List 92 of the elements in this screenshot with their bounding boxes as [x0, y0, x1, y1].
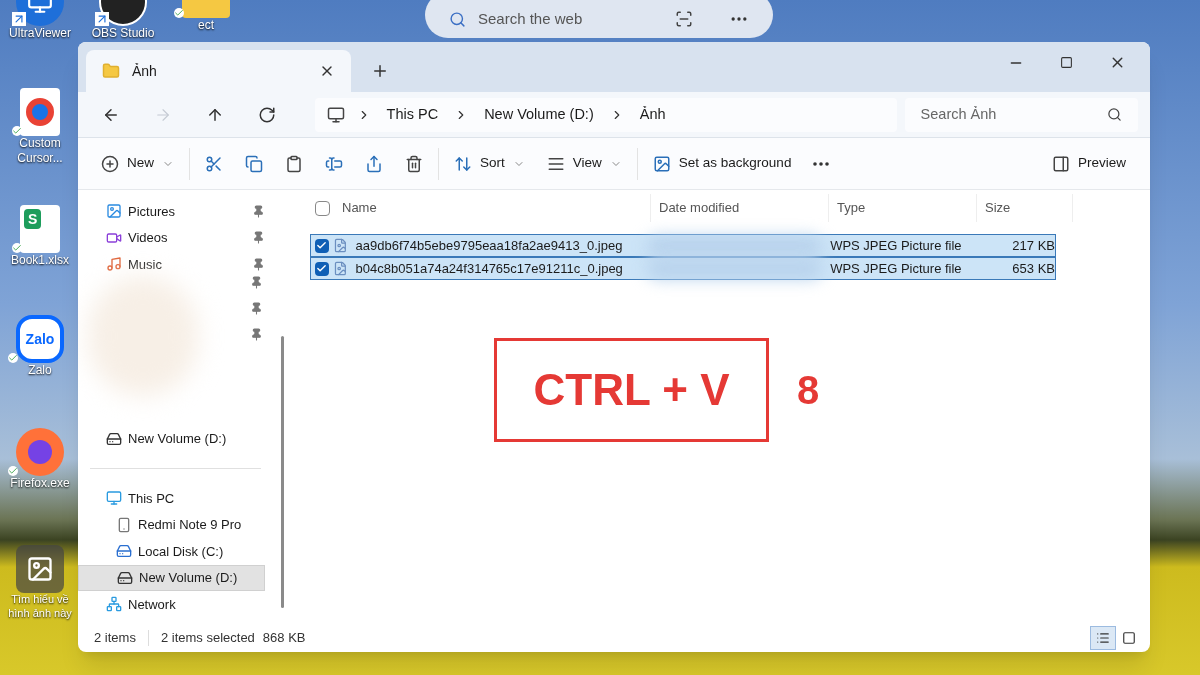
- file-size: 653 KB: [1011, 259, 1055, 278]
- icon-label[interactable]: ect: [198, 18, 214, 33]
- tile-icon: [1122, 631, 1136, 645]
- selection-count: 2 items selected: [160, 629, 255, 648]
- pin-icon[interactable]: [250, 328, 263, 341]
- paste-icon: [285, 154, 303, 173]
- nav-tree-item[interactable]: Redmi Note 9 Pro: [78, 511, 265, 538]
- pin-icon[interactable]: [252, 204, 265, 218]
- pin-icon[interactable]: [252, 257, 265, 271]
- annotation-box: CTRL + V: [494, 338, 769, 442]
- nav-tree-item[interactable]: Local Disk (C:): [78, 538, 265, 565]
- network-icon: [106, 596, 122, 613]
- share-icon: [365, 154, 383, 173]
- pin-icon[interactable]: [250, 302, 263, 315]
- pin-icon[interactable]: [252, 231, 265, 245]
- web-search-bar[interactable]: Search the web: [425, 0, 773, 38]
- image-file-icon: [332, 238, 348, 253]
- computer-icon: [326, 105, 345, 124]
- search-icon: [449, 10, 466, 28]
- background-button[interactable]: Set as background: [641, 145, 803, 182]
- column-header[interactable]: Type: [837, 198, 866, 218]
- icon-label[interactable]: UltraViewer: [9, 26, 71, 41]
- drive-icon: [106, 430, 122, 447]
- nav-tree-item[interactable]: Network: [78, 591, 265, 618]
- quick-access-item[interactable]: Videos: [78, 224, 273, 251]
- check-icon: [316, 263, 328, 274]
- file-type: WPS JPEG Picture file: [829, 259, 963, 278]
- search-field[interactable]: Search Ảnh: [904, 97, 1138, 132]
- image-file-icon: [332, 261, 348, 276]
- check-icon: [316, 240, 328, 251]
- row-checkbox[interactable]: [315, 261, 329, 276]
- tab[interactable]: Ảnh: [86, 50, 351, 92]
- file-size: 217 KB: [1011, 236, 1055, 255]
- breadcrumb-item[interactable]: Ảnh: [635, 103, 670, 126]
- column-header[interactable]: Date modified: [659, 198, 740, 218]
- address-bar[interactable]: This PC New Volume (D:) Ảnh: [314, 97, 897, 132]
- file-row[interactable]: aa9db6f74b5ebe9795eaa18fa2ae9413_0.jpeg WPS JPEG Picture file 217 KB: [310, 234, 1056, 257]
- maximize-icon[interactable]: [1060, 56, 1073, 69]
- file-row[interactable]: b04c8b051a74a24f314765c17e91211c_0.jpeg WPS JPEG Picture file 653 KB: [310, 257, 1056, 280]
- nav-tree-item[interactable]: This PC: [78, 485, 265, 512]
- sort-icon: [454, 154, 472, 173]
- select-all-checkbox[interactable]: [315, 200, 330, 216]
- quick-access-item[interactable]: Music: [78, 251, 273, 278]
- visual-search-icon[interactable]: [675, 10, 693, 28]
- sync-check-icon: [12, 126, 22, 136]
- rename-icon: [325, 154, 343, 173]
- new-tab-icon[interactable]: [371, 62, 389, 80]
- picture-icon: [106, 203, 122, 220]
- shortcut-arrow-icon: [95, 12, 109, 26]
- preview-pane-icon: [1052, 154, 1070, 173]
- breadcrumb-item[interactable]: New Volume (D:): [480, 103, 598, 126]
- sync-check-icon: [8, 466, 18, 476]
- quick-access-item[interactable]: New Volume (D:): [78, 425, 273, 452]
- row-checkbox[interactable]: [315, 238, 329, 253]
- copy-icon: [245, 154, 263, 173]
- new-icon: [101, 154, 119, 173]
- delete-icon: [405, 154, 423, 173]
- file-name: b04c8b051a74a24f314765c17e91211c_0.jpeg: [354, 259, 624, 278]
- computer-icon: [106, 490, 122, 507]
- nav-tree-item[interactable]: New Volume (D:): [78, 564, 265, 591]
- music-icon: [106, 256, 122, 273]
- column-header[interactable]: Size: [985, 198, 1011, 218]
- file-name: aa9db6f74b5ebe9795eaa18fa2ae9413_0.jpeg: [354, 236, 624, 255]
- quick-access-item[interactable]: Pictures: [78, 198, 273, 225]
- search-icon: [1107, 107, 1122, 122]
- spreadsheet-icon: S: [20, 205, 60, 253]
- image-icon: [652, 154, 671, 173]
- cut-icon: [205, 154, 223, 173]
- chat-app-icon: Zalo: [16, 315, 64, 363]
- sync-check-icon: [12, 243, 22, 253]
- scrollbar[interactable]: [280, 336, 284, 608]
- selection-size: 868 KB: [262, 629, 306, 648]
- shortcut-arrow-icon: [12, 12, 26, 26]
- item-count: 2 items: [94, 629, 136, 648]
- drive-icon: [117, 569, 133, 586]
- file-type: WPS JPEG Picture file: [829, 236, 963, 255]
- pin-icon[interactable]: [250, 276, 263, 289]
- column-header[interactable]: Name: [342, 198, 377, 218]
- new-button[interactable]: New: [90, 145, 185, 182]
- sort-button[interactable]: Sort: [443, 145, 536, 182]
- preview-button[interactable]: Preview: [1044, 145, 1134, 182]
- more-icon: [813, 161, 830, 166]
- details-view-button[interactable]: [1090, 626, 1116, 650]
- phone-icon: [116, 516, 132, 533]
- icon-label[interactable]: OBS Studio: [91, 26, 155, 41]
- sync-check-icon: [174, 8, 184, 18]
- step-number: 8: [797, 367, 820, 414]
- folder-icon: [102, 62, 120, 80]
- breadcrumb-item[interactable]: This PC: [382, 103, 443, 126]
- view-button[interactable]: View: [535, 145, 633, 182]
- sync-check-icon: [8, 353, 18, 363]
- list-icon: [1096, 631, 1110, 645]
